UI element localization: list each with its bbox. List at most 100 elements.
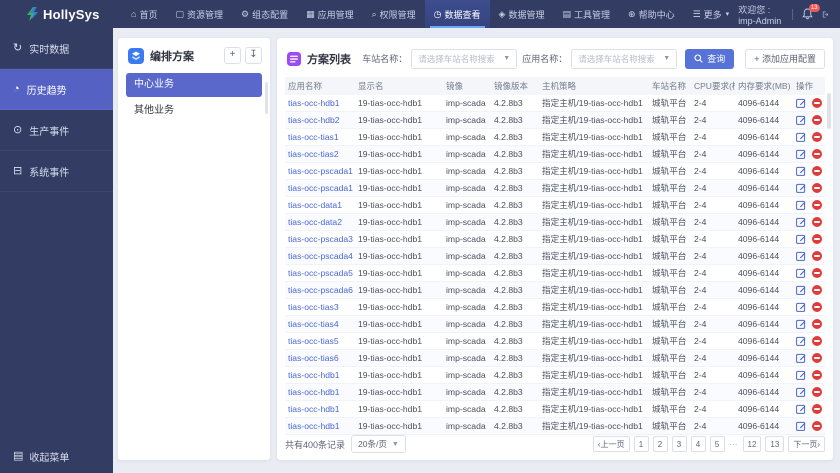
app-name-link[interactable]: tias-occ-hdb1 bbox=[288, 370, 340, 380]
edit-icon[interactable] bbox=[796, 353, 806, 363]
app-name-link[interactable]: tias-occ-hdb1 bbox=[288, 404, 340, 414]
delete-icon[interactable] bbox=[812, 166, 822, 176]
nav-item-home[interactable]: ⌂ 首页 bbox=[122, 0, 166, 28]
page-button-4[interactable]: 4 bbox=[690, 436, 706, 452]
add-app-config-button[interactable]: + 添加应用配置 bbox=[745, 48, 825, 69]
app-name-link[interactable]: tias-occ-data1 bbox=[288, 200, 342, 210]
delete-icon[interactable] bbox=[812, 421, 822, 431]
collapse-menu-button[interactable]: ▤ 收起菜单 bbox=[13, 449, 69, 465]
app-name-link[interactable]: tias-occ-hdb1 bbox=[288, 98, 340, 108]
sidebar-item-history-trend[interactable]: ◔ 历史趋势 bbox=[0, 69, 113, 110]
image-cell: imp-scada bbox=[443, 247, 491, 265]
app-name-link[interactable]: tias-occ-pscada5 bbox=[288, 268, 353, 278]
delete-icon[interactable] bbox=[812, 319, 822, 329]
app-name-link[interactable]: tias-occ-pscada6 bbox=[288, 285, 353, 295]
edit-icon[interactable] bbox=[796, 336, 806, 346]
sidebar-item-system-event[interactable]: ⊟ 系统事件 bbox=[0, 151, 113, 192]
page-button-12[interactable]: 12 bbox=[742, 436, 762, 452]
import-plan-button[interactable]: ↧ bbox=[245, 47, 262, 64]
edit-icon[interactable] bbox=[796, 200, 806, 210]
delete-icon[interactable] bbox=[812, 234, 822, 244]
sidebar-item-production-event[interactable]: ⊙ 生产事件 bbox=[0, 110, 113, 151]
edit-icon[interactable] bbox=[796, 183, 806, 193]
app-name-link[interactable]: tias-occ-pscada3 bbox=[288, 234, 353, 244]
edit-icon[interactable] bbox=[796, 234, 806, 244]
app-name-link[interactable]: tias-occ-tias5 bbox=[288, 336, 339, 346]
app-name-link[interactable]: tias-occ-pscada1 bbox=[288, 183, 353, 193]
app-name-link[interactable]: tias-occ-tias2 bbox=[288, 149, 339, 159]
edit-icon[interactable] bbox=[796, 370, 806, 380]
plan-panel-scrollbar[interactable] bbox=[265, 82, 268, 114]
app-name-link[interactable]: tias-occ-hdb1 bbox=[288, 387, 340, 397]
prev-page-button[interactable]: ‹上一页 bbox=[592, 436, 630, 452]
next-page-button[interactable]: 下一页› bbox=[788, 436, 825, 452]
delete-icon[interactable] bbox=[812, 98, 822, 108]
edit-icon[interactable] bbox=[796, 421, 806, 431]
edit-icon[interactable] bbox=[796, 115, 806, 125]
delete-icon[interactable] bbox=[812, 251, 822, 261]
delete-icon[interactable] bbox=[812, 370, 822, 380]
app-name-link[interactable]: tias-occ-tias1 bbox=[288, 132, 339, 142]
app-name-link[interactable]: tias-occ-pscada4 bbox=[288, 251, 353, 261]
delete-icon[interactable] bbox=[812, 404, 822, 414]
station-cell: 城轨平台 bbox=[649, 383, 691, 401]
delete-icon[interactable] bbox=[812, 149, 822, 159]
page-button-3[interactable]: 3 bbox=[671, 436, 687, 452]
edit-icon[interactable] bbox=[796, 217, 806, 227]
add-plan-button[interactable]: + bbox=[224, 47, 241, 64]
delete-icon[interactable] bbox=[812, 285, 822, 295]
nav-item-app[interactable]: ▦ 应用管理 bbox=[297, 0, 363, 28]
edit-icon[interactable] bbox=[796, 268, 806, 278]
delete-icon[interactable] bbox=[812, 353, 822, 363]
page-ellipsis[interactable]: ··· bbox=[729, 440, 739, 449]
edit-icon[interactable] bbox=[796, 302, 806, 312]
nav-item-data-manage[interactable]: ◈ 数据管理 bbox=[490, 0, 554, 28]
nav-item-help[interactable]: ⊕ 帮助中心 bbox=[619, 0, 684, 28]
nav-item-config[interactable]: ⚙ 组态配置 bbox=[232, 0, 297, 28]
edit-icon[interactable] bbox=[796, 387, 806, 397]
page-size-select[interactable]: 20条/页 ▼ bbox=[351, 435, 406, 453]
edit-icon[interactable] bbox=[796, 166, 806, 176]
filter-select[interactable]: 请选择车站名称搜索 ▼ bbox=[571, 48, 678, 69]
delete-icon[interactable] bbox=[812, 387, 822, 397]
edit-icon[interactable] bbox=[796, 404, 806, 414]
search-button[interactable]: 查询 bbox=[685, 48, 735, 69]
delete-icon[interactable] bbox=[812, 268, 822, 278]
page-button-5[interactable]: 5 bbox=[709, 436, 725, 452]
app-name-link[interactable]: tias-occ-pscada1 bbox=[288, 166, 353, 176]
edit-icon[interactable] bbox=[796, 251, 806, 261]
page-button-1[interactable]: 1 bbox=[633, 436, 649, 452]
filter-select[interactable]: 请选择车站名称搜索 ▼ bbox=[411, 48, 518, 69]
app-name-link[interactable]: tias-occ-tias6 bbox=[288, 353, 339, 363]
delete-icon[interactable] bbox=[812, 132, 822, 142]
edit-icon[interactable] bbox=[796, 98, 806, 108]
plan-item[interactable]: 其他业务 bbox=[126, 99, 262, 123]
table-scrollbar[interactable] bbox=[827, 93, 831, 129]
edit-icon[interactable] bbox=[796, 285, 806, 295]
edit-icon[interactable] bbox=[796, 319, 806, 329]
sidebar-item-realtime-data[interactable]: ↻ 实时数据 bbox=[0, 28, 113, 69]
app-name-link[interactable]: tias-occ-tias4 bbox=[288, 319, 339, 329]
app-name-link[interactable]: tias-occ-hdb1 bbox=[288, 421, 340, 431]
nav-item-tools[interactable]: ▤ 工具管理 bbox=[553, 0, 619, 28]
nav-item-more[interactable]: ☰ 更多 ▾ bbox=[684, 0, 739, 28]
nav-item-permission[interactable]: ⌕ 权限管理 bbox=[363, 0, 425, 28]
nav-item-data-view[interactable]: ◷ 数据查看 bbox=[424, 0, 490, 28]
edit-icon[interactable] bbox=[796, 132, 806, 142]
notification-bell[interactable]: 13 bbox=[802, 4, 820, 20]
delete-icon[interactable] bbox=[812, 217, 822, 227]
app-name-link[interactable]: tias-occ-hdb2 bbox=[288, 115, 340, 125]
delete-icon[interactable] bbox=[812, 183, 822, 193]
delete-icon[interactable] bbox=[812, 115, 822, 125]
page-button-2[interactable]: 2 bbox=[652, 436, 668, 452]
app-name-link[interactable]: tias-occ-data2 bbox=[288, 217, 342, 227]
nav-item-resource[interactable]: ▢ 资源管理 bbox=[166, 0, 232, 28]
delete-icon[interactable] bbox=[812, 302, 822, 312]
delete-icon[interactable] bbox=[812, 200, 822, 210]
edit-icon[interactable] bbox=[796, 149, 806, 159]
delete-icon[interactable] bbox=[812, 336, 822, 346]
page-button-13[interactable]: 13 bbox=[765, 436, 785, 452]
plan-item[interactable]: 中心业务 bbox=[126, 73, 262, 97]
app-name-link[interactable]: tias-occ-tias3 bbox=[288, 302, 339, 312]
logout-icon[interactable] bbox=[822, 9, 828, 20]
